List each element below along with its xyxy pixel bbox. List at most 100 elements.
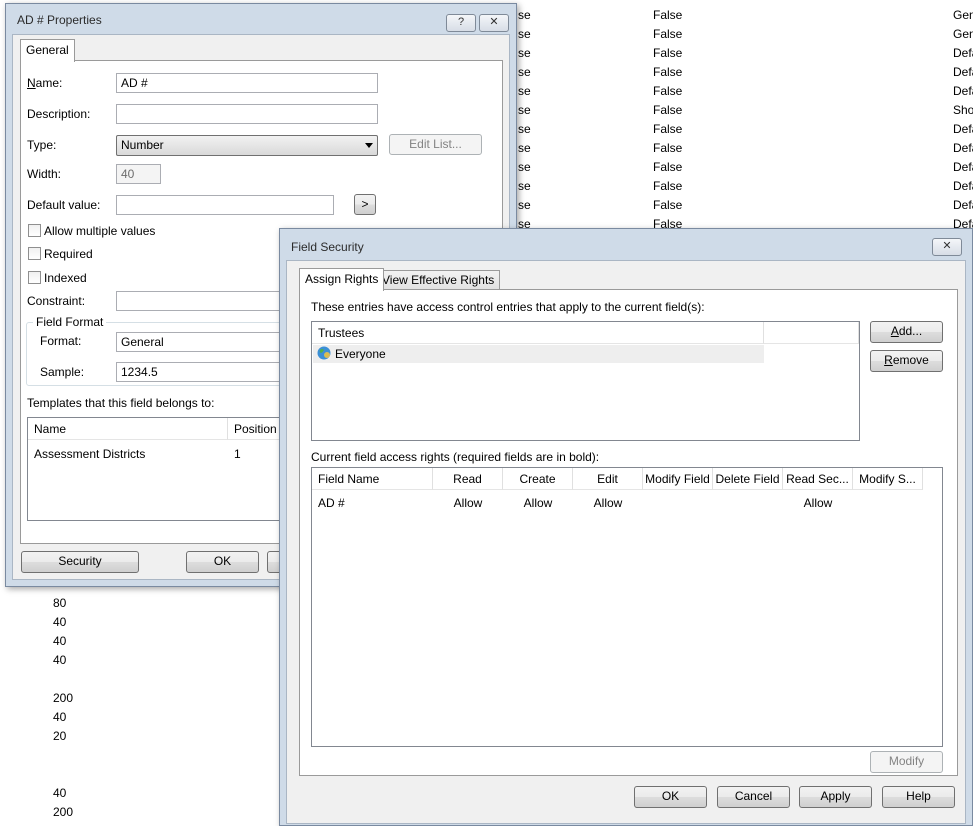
rights-row[interactable]: AD # Allow Allow Allow Allow <box>312 494 942 512</box>
background-cell: se <box>518 8 531 22</box>
ok-button[interactable]: OK <box>186 551 259 573</box>
type-select-value: Number <box>121 138 164 152</box>
indexed-checkbox[interactable] <box>28 271 41 284</box>
help-button[interactable]: ? <box>446 14 476 32</box>
rights-cell: Allow <box>453 496 483 510</box>
tab-assign-rights[interactable]: Assign Rights <box>299 268 385 291</box>
field-security-dialog: Field Security ✕ Assign Rights View Effe… <box>279 228 973 826</box>
background-cell: se <box>518 160 531 174</box>
trustee-row-everyone[interactable]: Everyone <box>313 345 764 363</box>
background-cell: se <box>518 27 531 41</box>
type-label: Type: <box>27 138 57 152</box>
background-cell: Defa <box>953 160 973 174</box>
modify-button[interactable]: Modify <box>870 751 943 773</box>
indexed-label: Indexed <box>44 271 87 285</box>
background-cell: se <box>518 84 531 98</box>
dialog-title: AD # Properties <box>17 13 102 27</box>
type-select[interactable]: Number <box>116 135 378 156</box>
background-cell: False <box>653 141 683 155</box>
remove-button[interactable]: Remove <box>870 350 943 372</box>
sample-label: Sample: <box>40 365 85 379</box>
close-button[interactable]: ✕ <box>479 14 509 32</box>
globe-icon <box>317 346 331 360</box>
field-format-label: Field Format <box>33 315 107 329</box>
trustees-header[interactable]: Trustees <box>312 322 764 344</box>
template-row-position[interactable]: 1 <box>234 447 241 461</box>
rights-column-header[interactable]: Read <box>433 468 503 490</box>
rights-cell: AD # <box>318 496 345 510</box>
background-cell: False <box>653 65 683 79</box>
background-cell: se <box>518 46 531 60</box>
rights-cell: Allow <box>593 496 623 510</box>
background-cell: se <box>518 141 531 155</box>
security-button[interactable]: Security <box>21 551 139 573</box>
background-cell: False <box>653 103 683 117</box>
rights-cell: Allow <box>523 496 553 510</box>
assign-rights-panel: These entries have access control entrie… <box>299 289 958 776</box>
rights-list[interactable]: Field Name Read Create Edit Modify Field Dele… <box>311 467 943 747</box>
background-cell: False <box>653 27 683 41</box>
constraint-label: Constraint: <box>27 294 86 308</box>
tab-general[interactable]: General <box>20 39 75 62</box>
background-cell: Defa <box>953 65 973 79</box>
edit-list-button[interactable]: Edit List... <box>389 134 482 155</box>
background-cell: Defa <box>953 141 973 155</box>
rights-column-header[interactable]: Field Name <box>312 468 433 490</box>
background-cell: se <box>518 103 531 117</box>
add-button[interactable]: Add... <box>870 321 943 343</box>
background-cell: False <box>653 122 683 136</box>
ok-button[interactable]: OK <box>634 786 707 808</box>
background-cell: Defa <box>953 122 973 136</box>
rights-label: Current field access rights (required fi… <box>311 450 600 464</box>
background-cell: Defa <box>953 84 973 98</box>
trustee-name: Everyone <box>335 347 386 361</box>
close-button[interactable]: ✕ <box>932 238 962 256</box>
background-cell: se <box>518 122 531 136</box>
apply-button[interactable]: Apply <box>799 786 872 808</box>
cancel-button[interactable]: Cancel <box>717 786 790 808</box>
background-cell: False <box>653 8 683 22</box>
background-width-value: 80 <box>53 596 67 610</box>
entries-label: These entries have access control entrie… <box>311 300 705 314</box>
background-width-value: 40 <box>53 653 67 667</box>
allow-multiple-checkbox[interactable] <box>28 224 41 237</box>
templates-label: Templates that this field belongs to: <box>27 396 215 410</box>
background-width-value: 40 <box>53 786 67 800</box>
description-field[interactable] <box>116 104 378 124</box>
format-label: Format: <box>40 334 82 348</box>
required-checkbox[interactable] <box>28 247 41 260</box>
rights-column-header[interactable]: Modify S... <box>853 468 923 490</box>
tab-view-effective-rights[interactable]: View Effective Rights <box>376 270 501 290</box>
background-cell: False <box>653 198 683 212</box>
background-width-value: 200 <box>53 691 74 705</box>
default-value-label: Default value: <box>27 198 101 212</box>
rights-column-header[interactable]: Create <box>503 468 573 490</box>
rights-column-header[interactable]: Modify Field <box>643 468 713 490</box>
trustees-list[interactable]: Trustees Everyone <box>311 321 860 441</box>
rights-column-header[interactable]: Delete Field <box>713 468 783 490</box>
background-cell: Gen <box>953 27 973 41</box>
default-value-field[interactable] <box>116 195 334 215</box>
background-cell: Defa <box>953 46 973 60</box>
background-cell: False <box>653 160 683 174</box>
help-button[interactable]: Help <box>882 786 955 808</box>
default-value-button[interactable]: > <box>354 194 376 215</box>
background-cell: False <box>653 46 683 60</box>
background-cell: Gen <box>953 8 973 22</box>
background-cell: se <box>518 179 531 193</box>
dialog-client: Assign Rights View Effective Rights Thes… <box>286 260 966 824</box>
template-row-name[interactable]: Assessment Districts <box>34 447 145 461</box>
background-width-value: 40 <box>53 634 67 648</box>
background-width-value: 20 <box>53 729 67 743</box>
templates-header-name[interactable]: Name <box>28 418 228 440</box>
rights-column-header[interactable]: Read Sec... <box>783 468 853 490</box>
background-width-value: 40 <box>53 710 67 724</box>
allow-multiple-label: Allow multiple values <box>44 224 156 238</box>
name-field[interactable]: AD # <box>116 73 378 93</box>
rights-column-header[interactable]: Edit <box>573 468 643 490</box>
background-cell: se <box>518 65 531 79</box>
name-label: Name: <box>27 76 63 90</box>
width-field[interactable]: 40 <box>116 164 161 184</box>
trustees-header-extra <box>764 322 859 344</box>
background-cell: se <box>518 198 531 212</box>
